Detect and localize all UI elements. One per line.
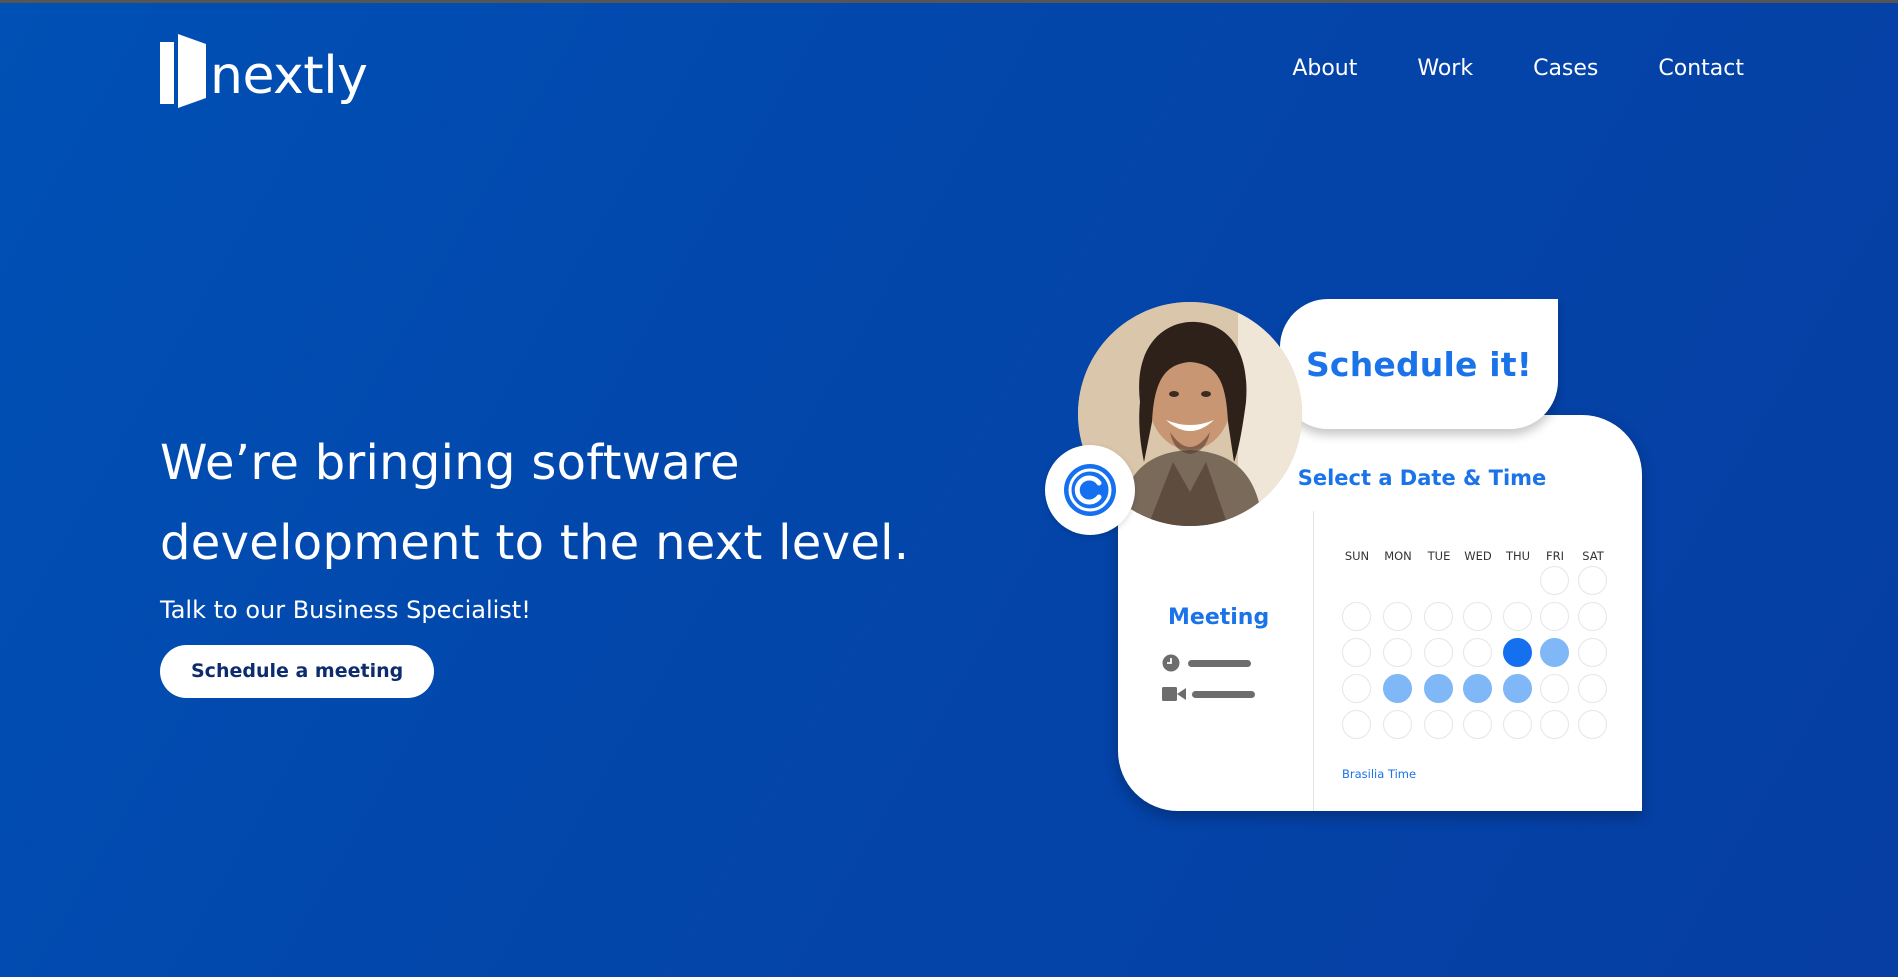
meeting-title: Meeting	[1168, 605, 1270, 630]
calendar-day-available[interactable]	[1503, 674, 1532, 703]
calendar-day	[1342, 638, 1371, 667]
weekday-wed: WED	[1464, 549, 1492, 563]
logo-door-icon	[160, 34, 206, 108]
nav-contact[interactable]: Contact	[1658, 58, 1744, 80]
hero-subtitle: Talk to our Business Specialist!	[160, 596, 531, 624]
weekday-sat: SAT	[1582, 549, 1604, 563]
timezone-label: Brasilia Time	[1342, 767, 1417, 781]
duration-placeholder-bar	[1188, 659, 1251, 667]
calendar-day	[1463, 638, 1492, 667]
select-date-time-title: Select a Date & Time	[1297, 466, 1547, 490]
weekday-sun: SUN	[1344, 549, 1370, 563]
calendar-day	[1578, 602, 1607, 631]
calendar-day	[1342, 602, 1371, 631]
calendly-badge	[1045, 445, 1135, 535]
calendar-day-selected[interactable]	[1503, 638, 1532, 667]
calendar-day	[1342, 710, 1371, 739]
weekday-mon: MON	[1384, 549, 1412, 563]
video-placeholder-bar	[1192, 690, 1255, 698]
calendar-day	[1578, 710, 1607, 739]
logo[interactable]: nextly	[160, 34, 368, 108]
calendar-day	[1342, 674, 1371, 703]
weekday-tue: TUE	[1427, 549, 1451, 563]
schedule-meeting-button[interactable]: Schedule a meeting	[160, 645, 435, 698]
calendar-day	[1424, 710, 1453, 739]
calendar-day	[1578, 674, 1607, 703]
calendar-day	[1503, 602, 1532, 631]
clock-icon	[1162, 654, 1180, 672]
meeting-video-row	[1162, 686, 1255, 702]
nav-work[interactable]: Work	[1417, 58, 1473, 80]
calendar-day	[1424, 602, 1453, 631]
schedule-bubble-text: Schedule it!	[1305, 344, 1533, 384]
calendar-day	[1540, 602, 1569, 631]
calendar-day	[1383, 710, 1412, 739]
calendar-day-available[interactable]	[1463, 674, 1492, 703]
nav-about[interactable]: About	[1292, 58, 1357, 80]
calendar-day	[1503, 710, 1532, 739]
calendar-day	[1383, 602, 1412, 631]
schedule-bubble: Schedule it!	[1280, 299, 1558, 429]
card-divider	[1313, 511, 1314, 811]
calendly-logo-icon	[1064, 464, 1116, 516]
video-camera-icon	[1162, 687, 1186, 701]
calendar-day-available[interactable]	[1383, 674, 1412, 703]
calendar-day	[1463, 710, 1492, 739]
hero-headline: We’re bringing software development to t…	[160, 423, 960, 583]
calendar-day	[1578, 638, 1607, 667]
weekday-fri: FRI	[1546, 549, 1564, 563]
landing-page: nextly About Work Cases Contact We’re br…	[0, 0, 1898, 977]
nav-cases[interactable]: Cases	[1533, 58, 1598, 80]
calendar-day	[1578, 566, 1607, 595]
calendar-day	[1540, 710, 1569, 739]
weekday-thu: THU	[1505, 549, 1531, 563]
scheduling-illustration: Schedule it! Meeting Select a Date & Tim…	[1040, 293, 1660, 823]
hero-headline-line-1: We’re bringing software	[160, 435, 740, 491]
calendar-day	[1540, 566, 1569, 595]
calendar-day	[1540, 674, 1569, 703]
calendar-day	[1383, 638, 1412, 667]
main-nav: About Work Cases Contact	[1292, 58, 1744, 80]
hero-headline-line-2: development to the next level.	[160, 515, 910, 571]
calendar-day-available[interactable]	[1424, 674, 1453, 703]
calendar-day	[1424, 638, 1453, 667]
calendar-day	[1463, 602, 1492, 631]
meeting-duration-row	[1162, 654, 1251, 672]
hero-section: We’re bringing software development to t…	[160, 423, 960, 698]
logo-wordmark: nextly	[210, 46, 368, 106]
calendar-day-available[interactable]	[1540, 638, 1569, 667]
